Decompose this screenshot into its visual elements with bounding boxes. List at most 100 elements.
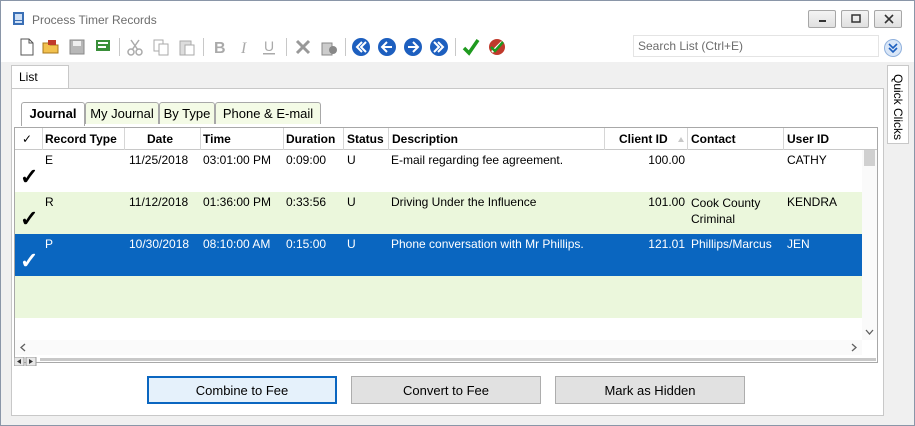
scroll-right-icon[interactable] [848, 340, 860, 355]
disable-icon[interactable] [487, 37, 507, 57]
column-header-label: Date [147, 132, 174, 146]
column-header-label: Time [203, 132, 231, 146]
column-header-check[interactable]: ✓ [15, 128, 43, 150]
combine-to-fee-button[interactable]: Combine to Fee [147, 376, 337, 404]
column-header-label: Record Type [45, 132, 117, 146]
vertical-scroll-thumb[interactable] [864, 150, 875, 166]
previous-record-icon[interactable] [377, 37, 397, 57]
minimize-icon [819, 20, 826, 22]
column-header-time[interactable]: Time [201, 128, 284, 150]
toolbar-separator [455, 38, 456, 56]
row-check-icon[interactable]: ✓ [20, 164, 38, 190]
archive-icon[interactable] [319, 37, 339, 57]
italic-icon[interactable]: I [235, 37, 255, 57]
cut-icon[interactable] [125, 37, 145, 57]
new-document-icon[interactable] [17, 37, 37, 57]
cell-user-id: CATHY [787, 153, 827, 167]
table-row-selected[interactable]: ✓ P 10/30/2018 08:10:00 AM 0:15:00 U Pho… [15, 234, 862, 276]
column-header-label: Client ID [619, 132, 668, 146]
app-icon [13, 12, 24, 25]
delete-icon[interactable] [293, 37, 313, 57]
cell-contact: Cook County Criminal [691, 196, 761, 226]
column-header-client-id[interactable]: Client ID [605, 128, 688, 150]
column-header-description[interactable]: Description [389, 128, 605, 150]
open-folder-icon[interactable] [41, 37, 61, 57]
tab-scroll-track [40, 358, 876, 361]
search-input[interactable] [634, 36, 878, 56]
tab-my-journal-label: My Journal [90, 106, 154, 121]
cell-duration: 0:09:00 [286, 153, 327, 167]
vertical-scrollbar[interactable] [862, 150, 877, 340]
column-header-label: Contact [691, 132, 736, 146]
tab-by-type[interactable]: By Type [159, 102, 215, 124]
tab-journal[interactable]: Journal [21, 102, 85, 126]
cell-record-type: R [45, 195, 54, 209]
approve-check-icon[interactable] [461, 37, 481, 57]
close-button[interactable] [874, 10, 902, 28]
copy-icon[interactable] [151, 37, 171, 57]
cell-duration: 0:15:00 [286, 237, 327, 251]
last-record-icon[interactable] [429, 37, 449, 57]
cell-duration: 0:33:56 [286, 195, 327, 209]
column-header-record-type[interactable]: Record Type [43, 128, 125, 150]
scroll-left-icon[interactable] [17, 340, 29, 355]
cell-time: 08:10:00 AM [203, 237, 271, 251]
toolbar-separator [203, 38, 204, 56]
cell-date: 11/25/2018 [129, 153, 189, 167]
cell-status: U [347, 237, 356, 251]
row-check-icon[interactable]: ✓ [20, 206, 38, 232]
double-chevron-down-icon [888, 43, 898, 54]
sort-ascending-icon [678, 137, 684, 142]
restore-button[interactable] [841, 10, 869, 28]
column-header-status[interactable]: Status [344, 128, 389, 150]
tab-my-journal[interactable]: My Journal [85, 102, 159, 124]
process-timer-window: Process Timer Records B I U Search List … [0, 0, 915, 426]
quick-clicks-tab[interactable]: Quick Clicks [887, 65, 909, 144]
column-header-duration[interactable]: Duration [284, 128, 344, 150]
horizontal-scrollbar[interactable] [15, 340, 862, 355]
title-bar: Process Timer Records [1, 1, 914, 32]
next-record-icon[interactable] [403, 37, 423, 57]
notes-icon[interactable] [93, 37, 113, 57]
quick-clicks-label: Quick Clicks [891, 74, 905, 141]
cell-user-id: KENDRA [787, 195, 838, 209]
tab-phone-email[interactable]: Phone & E-mail [215, 102, 321, 124]
restore-icon [851, 14, 861, 23]
row-check-icon[interactable]: ✓ [20, 248, 38, 274]
cell-client-id: 101.00 [648, 195, 685, 209]
bold-icon[interactable]: B [209, 37, 229, 57]
column-header-label: User ID [787, 132, 830, 146]
expand-toolbar-button[interactable] [884, 39, 902, 57]
toolbar: B I U [1, 32, 914, 62]
svg-text:B: B [214, 40, 226, 57]
tab-scroll-arrows-icon[interactable] [13, 356, 38, 367]
combine-to-fee-label: Combine to Fee [195, 383, 289, 398]
check-header-icon: ✓ [22, 132, 33, 146]
svg-text:U: U [264, 38, 274, 54]
journal-grid: ✓ Record Type Date Time Duration Status … [14, 127, 878, 363]
column-header-contact[interactable]: Contact [688, 128, 784, 150]
tab-scroll-nav [13, 355, 876, 369]
toolbar-separator [345, 38, 346, 56]
tab-list[interactable]: List [11, 65, 69, 89]
cell-time: 01:36:00 PM [203, 195, 272, 209]
cell-client-id: 100.00 [648, 153, 685, 167]
column-header-user-id[interactable]: User ID [784, 128, 862, 150]
convert-to-fee-button[interactable]: Convert to Fee [351, 376, 541, 404]
save-icon[interactable] [67, 37, 87, 57]
cell-user-id: JEN [787, 237, 810, 251]
search-box[interactable] [633, 35, 879, 57]
scroll-down-icon[interactable] [862, 326, 877, 338]
table-row[interactable]: ✓ E 11/25/2018 03:01:00 PM 0:09:00 U E-m… [15, 150, 862, 192]
first-record-icon[interactable] [351, 37, 371, 57]
cell-status: U [347, 195, 356, 209]
paste-icon[interactable] [177, 37, 197, 57]
underline-icon[interactable]: U [259, 37, 279, 57]
column-header-date[interactable]: Date [125, 128, 201, 150]
minimize-button[interactable] [808, 10, 836, 28]
table-row[interactable]: ✓ R 11/12/2018 01:36:00 PM 0:33:56 U Dri… [15, 192, 862, 234]
mark-as-hidden-button[interactable]: Mark as Hidden [555, 376, 745, 404]
tab-phone-email-label: Phone & E-mail [222, 106, 314, 121]
tab-journal-label: Journal [29, 106, 77, 121]
column-header-label: Status [347, 132, 384, 146]
